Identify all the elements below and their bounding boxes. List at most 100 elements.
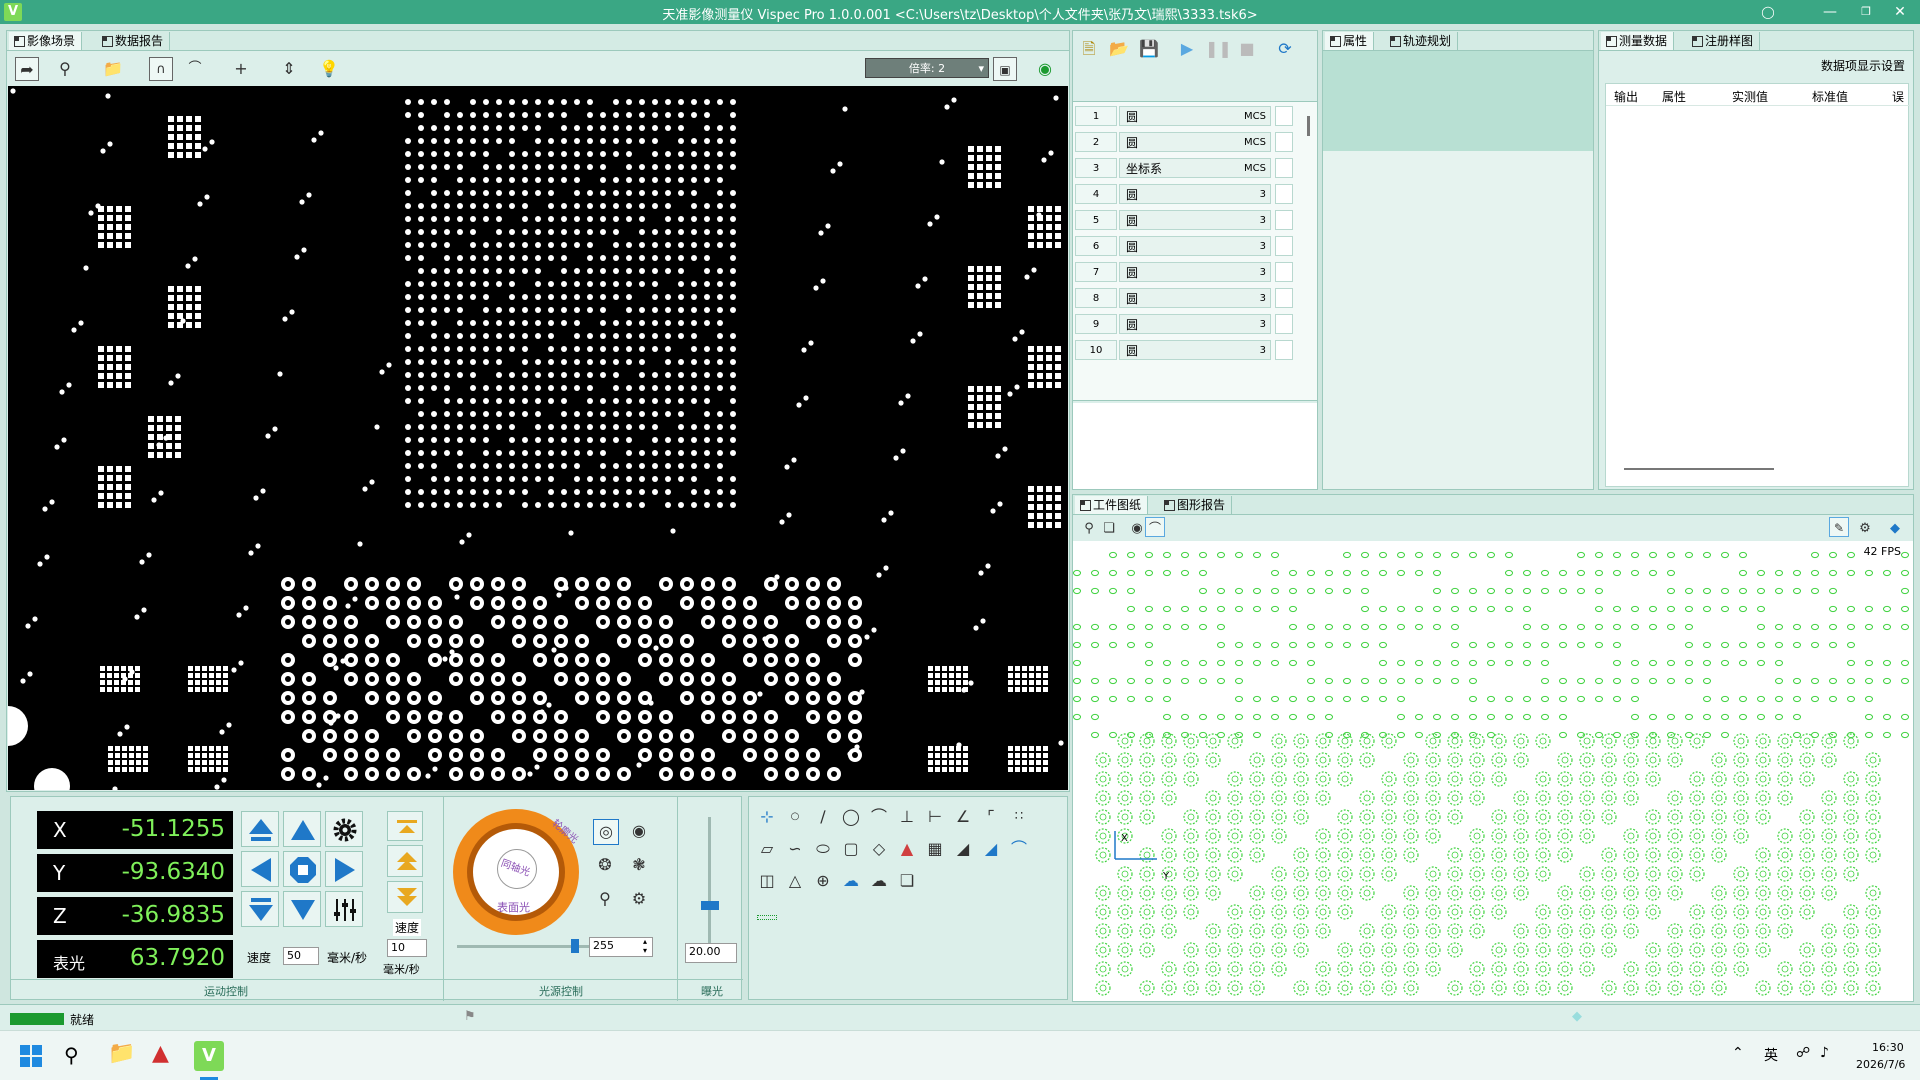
diamond-tool-icon[interactable]: ◇ — [867, 837, 891, 861]
light-mode-3-icon[interactable]: ❂ — [593, 853, 617, 877]
minimize-button[interactable]: — — [1814, 2, 1846, 22]
refresh-icon[interactable]: ⟳ — [1273, 37, 1297, 61]
list-item[interactable]: 8圆3 — [1075, 288, 1303, 310]
run-status-icon[interactable]: ◉ — [1033, 57, 1057, 81]
crosshair-icon[interactable]: + — [229, 57, 253, 81]
exposure-slider-thumb[interactable] — [701, 901, 719, 910]
drawing-canvas[interactable]: 42 FPS X Y — [1073, 541, 1913, 1001]
move-right-button[interactable] — [325, 851, 363, 887]
move-down-button[interactable] — [283, 891, 321, 927]
play-icon[interactable]: ▶ — [1175, 37, 1199, 61]
stop-run-icon[interactable]: ■ — [1235, 37, 1259, 61]
distance-tool-icon[interactable]: ⊥ — [895, 805, 919, 829]
edit-drawing-icon[interactable]: ✎ — [1829, 517, 1849, 537]
tab-path-planning[interactable]: 轨迹规划 — [1385, 32, 1459, 50]
light-mode-1-icon[interactable]: ◎ — [593, 819, 619, 845]
list-item[interactable]: 6圆3 — [1075, 236, 1303, 258]
move-down-left-button[interactable] — [241, 891, 279, 927]
dot-tool-icon[interactable]: ○ — [783, 805, 807, 829]
data-display-settings-link[interactable]: 数据项显示设置 — [1821, 57, 1905, 74]
list-item[interactable]: 9圆3 — [1075, 314, 1303, 336]
z-down-button[interactable] — [387, 881, 423, 913]
list-item-checkbox[interactable] — [1275, 288, 1293, 308]
adjust-button[interactable] — [325, 891, 363, 927]
list-scrollbar[interactable] — [1307, 116, 1310, 136]
drawing-settings-icon[interactable]: ⚙ — [1853, 517, 1877, 541]
list-item[interactable]: 1 圆 MCS — [1075, 106, 1303, 128]
magnification-select[interactable]: 倍率: 2 ▾ — [865, 58, 989, 78]
search-icon[interactable]: ⚲ — [64, 1043, 79, 1067]
arc-measure-icon[interactable]: ⌒ — [867, 805, 891, 829]
navigate-icon[interactable]: ◆ — [1883, 517, 1907, 541]
cloud-upload-icon[interactable]: ☁ — [839, 869, 863, 893]
list-item[interactable]: 10 圆 3 — [1075, 340, 1303, 362]
cylinder-tool-icon[interactable]: ◫ — [755, 869, 779, 893]
cone-tool-icon[interactable]: △ — [783, 869, 807, 893]
file-explorer-icon[interactable]: 📁 — [108, 1041, 135, 1066]
pause-icon[interactable]: ❚❚ — [1205, 37, 1232, 61]
view-box-icon[interactable]: ❏ — [1097, 517, 1121, 541]
curve-tool-icon[interactable]: ∽ — [783, 837, 807, 861]
list-item-checkbox[interactable] — [1275, 340, 1293, 360]
list-item-checkbox[interactable] — [1275, 314, 1293, 334]
ime-indicator[interactable]: 英 — [1764, 1045, 1778, 1065]
tab-data-report[interactable]: 数据报告 — [97, 32, 171, 50]
shapes-tool-icon[interactable]: ▲ — [895, 837, 919, 861]
curve-select-icon[interactable]: ⌒ — [1145, 517, 1165, 537]
rectangle-tool-icon[interactable]: ▢ — [839, 837, 863, 861]
move-up-left-button[interactable] — [241, 811, 279, 847]
edge-tool-icon[interactable]: ◢ — [951, 837, 975, 861]
move-up-button[interactable] — [283, 811, 321, 847]
app-triangle-icon[interactable]: ▲ — [152, 1041, 169, 1066]
light-mode-6-icon[interactable]: ⚙ — [627, 887, 651, 911]
network-icon[interactable]: ☍ — [1796, 1045, 1810, 1061]
cube-tool-icon[interactable]: ❏ — [895, 869, 919, 893]
select-cursor-icon[interactable]: ➦ — [15, 57, 39, 81]
point-tool-icon[interactable]: ⊹ — [755, 805, 779, 829]
tab-measurement-data[interactable]: 测量数据 — [1601, 32, 1675, 50]
folder-icon[interactable]: 📁 — [101, 57, 125, 81]
list-item[interactable]: 7圆3 — [1075, 262, 1303, 284]
arc-fit-icon[interactable]: ⌒ — [1007, 837, 1031, 861]
light-mode-2-icon[interactable]: ◉ — [627, 819, 651, 843]
vispec-taskbar-icon[interactable]: V — [194, 1041, 224, 1071]
list-item-checkbox[interactable] — [1275, 106, 1293, 126]
chevron-up-icon[interactable]: ⌃ — [1732, 1045, 1744, 1061]
exposure-input[interactable]: 20.00 — [685, 943, 737, 963]
close-button[interactable]: ✕ — [1884, 2, 1916, 22]
align-icon[interactable]: ⇕ — [277, 57, 301, 81]
new-file-icon[interactable]: 🗎 — [1077, 37, 1101, 61]
tab-registered-sample[interactable]: 注册样图 — [1687, 32, 1761, 50]
windows-start-icon[interactable] — [20, 1045, 42, 1067]
list-item[interactable]: 3 坐标系 MCS — [1075, 158, 1303, 180]
restore-button[interactable]: ❐ — [1850, 2, 1882, 22]
plane-tool-icon[interactable]: ▱ — [755, 837, 779, 861]
tab-properties[interactable]: 属性 — [1325, 32, 1375, 50]
profile-tool-icon[interactable]: ◢ — [979, 837, 1003, 861]
list-item[interactable]: 5圆3 — [1075, 210, 1303, 232]
settings-button[interactable] — [325, 811, 363, 847]
ellipse-tool-icon[interactable]: ⬭ — [811, 837, 835, 861]
intensity-slider-thumb[interactable] — [571, 939, 579, 953]
list-item[interactable]: 4圆3 — [1075, 184, 1303, 206]
speed-input[interactable]: 50 — [283, 947, 319, 965]
camera-view[interactable] — [8, 86, 1068, 790]
light-mode-4-icon[interactable]: ❃ — [627, 853, 651, 877]
stop-button[interactable] — [283, 851, 321, 887]
width-tool-icon[interactable]: ⊢ — [923, 805, 947, 829]
list-item-checkbox[interactable] — [1275, 158, 1293, 178]
tab-graphic-report[interactable]: 图形报告 — [1159, 496, 1233, 514]
table-h-scrollbar[interactable] — [1624, 468, 1774, 470]
move-left-button[interactable] — [241, 851, 279, 887]
z-up-button[interactable] — [387, 845, 423, 877]
save-icon[interactable]: 💾 — [1137, 37, 1161, 61]
point-cloud-icon[interactable]: ∷ — [1007, 805, 1031, 829]
clock-date[interactable]: 2026/7/6 — [1856, 1058, 1905, 1071]
clock-time[interactable]: 16:30 — [1872, 1041, 1904, 1054]
camera-icon[interactable]: ▣ — [993, 57, 1017, 81]
intensity-spinner-icon[interactable]: ▴ ▾ — [643, 937, 647, 955]
arc-tool-icon[interactable]: ⌒ — [183, 57, 207, 81]
list-item-checkbox[interactable] — [1275, 236, 1293, 256]
list-item[interactable]: 2 圆 MCS — [1075, 132, 1303, 154]
list-item-checkbox[interactable] — [1275, 262, 1293, 282]
